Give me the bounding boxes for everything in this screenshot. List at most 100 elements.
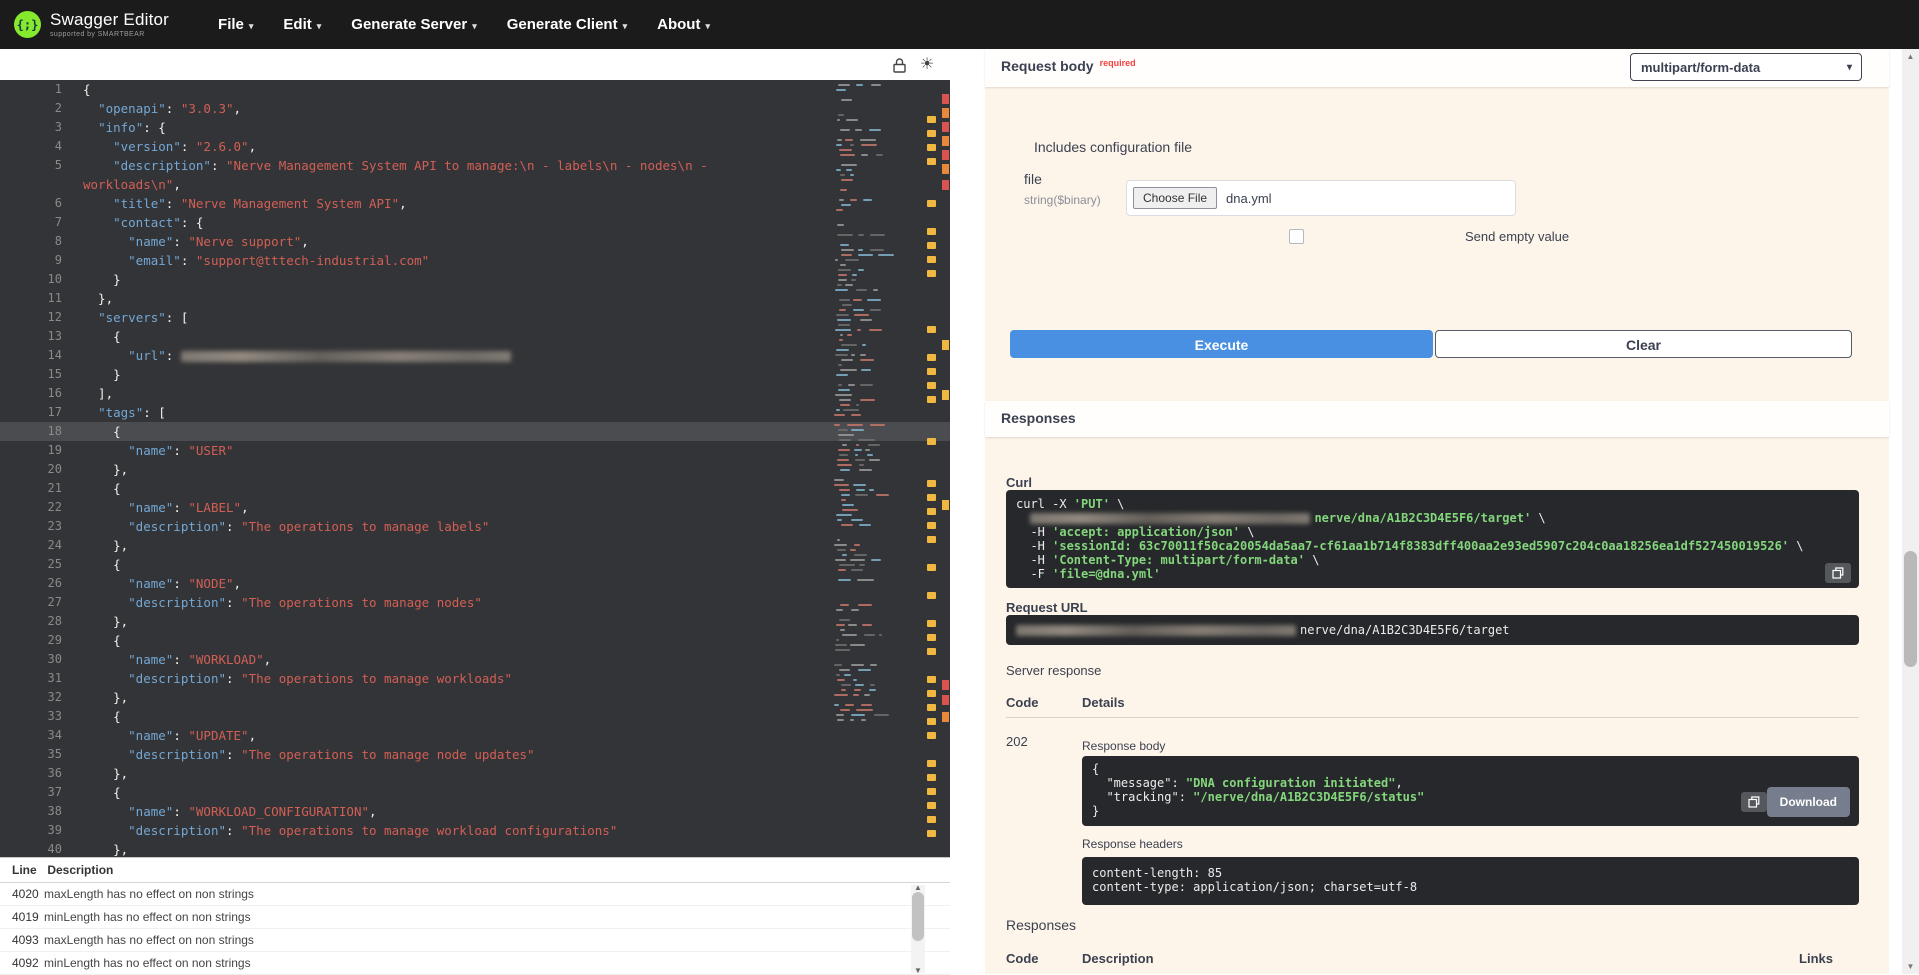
code-line[interactable]: 20 }, xyxy=(0,460,950,479)
code-line[interactable]: 40 }, xyxy=(0,840,950,857)
code-line[interactable]: 22 "name": "LABEL", xyxy=(0,498,950,517)
annotation-lane[interactable] xyxy=(924,80,940,857)
line-number: 19 xyxy=(0,441,74,460)
error-scrollbar-thumb[interactable] xyxy=(912,892,924,941)
code-line[interactable]: 34 "name": "UPDATE", xyxy=(0,726,950,745)
error-rows: 4020maxLength has no effect on non strin… xyxy=(0,883,950,975)
line-number: 9 xyxy=(0,251,74,270)
line-number: 8 xyxy=(0,232,74,251)
code-line[interactable]: 19 "name": "USER" xyxy=(0,441,950,460)
code-line[interactable]: 29 { xyxy=(0,631,950,650)
code-line[interactable]: 25 { xyxy=(0,555,950,574)
code-line[interactable]: 23 "description": "The operations to man… xyxy=(0,517,950,536)
execute-button[interactable]: Execute xyxy=(1010,330,1433,358)
menu-file[interactable]: File▾ xyxy=(203,16,268,33)
code-line[interactable]: 33 { xyxy=(0,707,950,726)
copy-icon[interactable] xyxy=(1741,792,1767,812)
divider xyxy=(1006,717,1859,718)
line-number: 29 xyxy=(0,631,74,650)
request-body-header: Request bodyrequired multipart/form-data… xyxy=(985,49,1889,87)
required-badge: required xyxy=(1100,58,1136,68)
code-line[interactable]: 38 "name": "WORKLOAD_CONFIGURATION", xyxy=(0,802,950,821)
request-url-label: Request URL xyxy=(1006,600,1088,615)
line-number: 20 xyxy=(0,460,74,479)
file-input[interactable]: Choose File dna.yml xyxy=(1126,180,1516,216)
error-row[interactable]: 4092minLength has no effect on non strin… xyxy=(0,952,950,975)
error-panel-scrollbar[interactable]: ▲ ▼ xyxy=(911,885,925,973)
code-line[interactable]: workloads\n", xyxy=(0,175,950,194)
download-button[interactable]: Download xyxy=(1767,787,1850,817)
code-line[interactable]: 11 }, xyxy=(0,289,950,308)
description-column-header: Description xyxy=(47,858,113,882)
line-number: 3 xyxy=(0,118,74,137)
error-line-number: 4092 xyxy=(0,952,44,974)
code-line[interactable]: 32 }, xyxy=(0,688,950,707)
code-line[interactable]: 14 "url": xyxy=(0,346,950,365)
copy-icon[interactable] xyxy=(1825,563,1851,583)
send-empty-checkbox[interactable] xyxy=(1289,229,1304,244)
media-type-select[interactable]: multipart/form-data ▾ xyxy=(1630,53,1862,81)
menu-generate-client[interactable]: Generate Client▾ xyxy=(492,16,642,33)
error-row[interactable]: 4020maxLength has no effect on non strin… xyxy=(0,883,950,906)
code-line[interactable]: 5 "description": "Nerve Management Syste… xyxy=(0,156,950,175)
line-number: 5 xyxy=(0,156,74,175)
brand: {;} Swagger Editor supported by SMARTBEA… xyxy=(0,11,169,38)
code-line[interactable]: 17 "tags": [ xyxy=(0,403,950,422)
brand-title: Swagger Editor xyxy=(50,11,169,28)
editor-toolbar: ☀ xyxy=(0,49,950,80)
code-line[interactable]: 30 "name": "WORKLOAD", xyxy=(0,650,950,669)
line-number: 37 xyxy=(0,783,74,802)
code-line[interactable]: 39 "description": "The operations to man… xyxy=(0,821,950,840)
code-line[interactable]: 3 "info": { xyxy=(0,118,950,137)
code-line[interactable]: 10 } xyxy=(0,270,950,289)
code-line[interactable]: 21 { xyxy=(0,479,950,498)
code-line[interactable]: 13 { xyxy=(0,327,950,346)
page-scrollbar[interactable]: ▲ ▼ xyxy=(1902,49,1919,974)
code-line[interactable]: 2 "openapi": "3.0.3", xyxy=(0,99,950,118)
error-row[interactable]: 4093maxLength has no effect on non strin… xyxy=(0,929,950,952)
line-number: 7 xyxy=(0,213,74,232)
menu-generate-server[interactable]: Generate Server▾ xyxy=(336,16,491,33)
code-line[interactable]: 18 { xyxy=(0,422,950,441)
code-editor[interactable]: 1{2 "openapi": "3.0.3",3 "info": {4 "ver… xyxy=(0,80,950,857)
code-line[interactable]: 37 { xyxy=(0,783,950,802)
clear-button[interactable]: Clear xyxy=(1435,330,1852,358)
code-line[interactable]: 1{ xyxy=(0,80,950,99)
code-line[interactable]: 4 "version": "2.6.0", xyxy=(0,137,950,156)
redacted-text xyxy=(181,351,511,362)
scroll-down-icon[interactable]: ▼ xyxy=(1902,962,1919,971)
error-row[interactable]: 4019minLength has no effect on non strin… xyxy=(0,906,950,929)
code-line[interactable]: 28 }, xyxy=(0,612,950,631)
code-line[interactable]: 31 "description": "The operations to man… xyxy=(0,669,950,688)
menu-edit[interactable]: Edit▾ xyxy=(268,16,336,33)
menu-about[interactable]: About▾ xyxy=(642,16,725,33)
lock-icon[interactable] xyxy=(890,56,908,74)
request-url-block: nerve/dna/A1B2C3D4E5F6/target xyxy=(1006,615,1859,645)
page-scrollbar-thumb[interactable] xyxy=(1904,551,1917,667)
code-line[interactable]: 27 "description": "The operations to man… xyxy=(0,593,950,612)
error-panel: Line Description 4020maxLength has no ef… xyxy=(0,857,950,975)
details-column-header: Details xyxy=(1082,695,1125,710)
code-line[interactable]: 6 "title": "Nerve Management System API"… xyxy=(0,194,950,213)
error-description: minLength has no effect on non strings xyxy=(44,910,251,924)
code-line[interactable]: 36 }, xyxy=(0,764,950,783)
choose-file-button[interactable]: Choose File xyxy=(1133,187,1217,209)
code-line[interactable]: 8 "name": "Nerve support", xyxy=(0,232,950,251)
code-line[interactable]: 12 "servers": [ xyxy=(0,308,950,327)
scroll-up-icon[interactable]: ▲ xyxy=(1902,52,1919,61)
code-line[interactable]: 9 "email": "support@tttech-industrial.co… xyxy=(0,251,950,270)
code-line[interactable]: 35 "description": "The operations to man… xyxy=(0,745,950,764)
code-line[interactable]: 26 "name": "NODE", xyxy=(0,574,950,593)
code-line[interactable]: 24 }, xyxy=(0,536,950,555)
line-number: 10 xyxy=(0,270,74,289)
line-number: 13 xyxy=(0,327,74,346)
code-line[interactable]: 7 "contact": { xyxy=(0,213,950,232)
sun-icon[interactable]: ☀ xyxy=(918,56,936,74)
scroll-up-icon[interactable]: ▲ xyxy=(911,883,925,892)
code-line[interactable]: 16 ], xyxy=(0,384,950,403)
editor-scroll-strip[interactable] xyxy=(941,80,950,857)
minimap[interactable] xyxy=(832,80,888,857)
chevron-down-icon: ▾ xyxy=(705,21,710,31)
code-line[interactable]: 15 } xyxy=(0,365,950,384)
request-body-title: Request bodyrequired xyxy=(1001,58,1136,74)
